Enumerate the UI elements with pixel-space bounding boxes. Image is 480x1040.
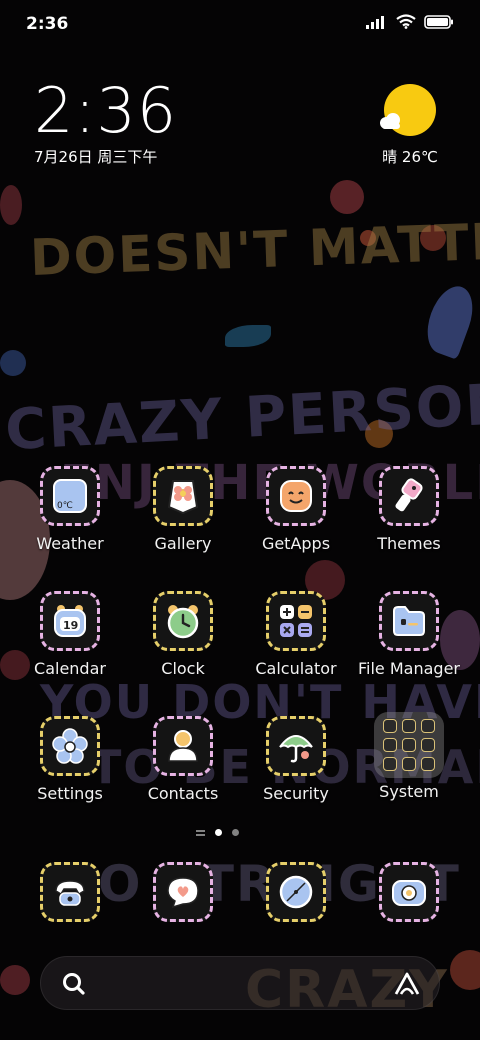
search-bar[interactable] [40, 956, 440, 1010]
app-label: Clock [161, 659, 205, 678]
app-label: Settings [37, 784, 103, 803]
settings-flower-icon [40, 716, 100, 776]
dock-phone[interactable] [14, 862, 126, 922]
app-label: Gallery [154, 534, 212, 553]
mini-app-icon [402, 719, 416, 733]
mini-app-icon [421, 738, 435, 752]
svg-text:19: 19 [63, 619, 78, 632]
app-contacts[interactable]: Contacts [127, 716, 239, 803]
widget-time: 2:36 [34, 74, 178, 147]
getapps-icon [266, 466, 326, 526]
mini-app-icon [421, 719, 435, 733]
app-getapps[interactable]: GetApps [240, 466, 352, 553]
app-label: Themes [377, 534, 441, 553]
dock-camera[interactable] [353, 862, 465, 922]
calendar-icon: 19 [40, 591, 100, 651]
page-indicator[interactable] [196, 829, 239, 836]
cloud-icon [380, 113, 400, 129]
phone-icon [40, 862, 100, 922]
app-label: File Manager [358, 659, 460, 678]
wallpaper-text: CRAZY PERSON [3, 371, 480, 464]
app-calculator[interactable]: Calculator [240, 591, 352, 678]
weather-icon: 0℃ [40, 466, 100, 526]
assistant-icon[interactable] [393, 971, 421, 997]
wallpaper-text: DOESN'T MATTER [29, 210, 480, 288]
app-gallery[interactable]: Gallery [127, 466, 239, 553]
app-label: GetApps [261, 534, 331, 553]
app-label: Calendar [34, 659, 106, 678]
status-bar: 2:36 [0, 0, 480, 52]
app-themes[interactable]: Themes [353, 466, 465, 553]
battery-icon [424, 14, 453, 29]
search-icon[interactable] [61, 971, 87, 997]
signal-bars-icon [366, 15, 384, 29]
messages-icon [153, 862, 213, 922]
dock-messages[interactable] [127, 862, 239, 922]
browser-icon [266, 862, 326, 922]
app-label: Weather [36, 534, 104, 553]
app-file-manager[interactable]: File Manager [353, 591, 465, 678]
app-weather[interactable]: 0℃ Weather [14, 466, 126, 553]
mini-app-icon [402, 757, 416, 771]
wifi-icon [396, 14, 416, 29]
status-time: 2:36 [26, 14, 69, 34]
wallpaper-flower [0, 350, 26, 376]
security-umbrella-icon [266, 716, 326, 776]
mini-app-icon [383, 719, 397, 733]
app-label: Calculator [255, 659, 337, 678]
gallery-flower-icon [153, 466, 213, 526]
system-folder-icon [374, 712, 444, 778]
page-dot-active[interactable] [215, 829, 222, 836]
status-icons [366, 14, 454, 29]
app-settings[interactable]: Settings [14, 716, 126, 803]
app-system-folder[interactable]: System [353, 712, 465, 801]
mini-app-icon [383, 738, 397, 752]
camera-icon [379, 862, 439, 922]
clock-widget[interactable]: 2:36 7月26日 周三下午 [34, 78, 177, 167]
contacts-person-icon [153, 716, 213, 776]
app-label: System [379, 782, 439, 801]
app-label: Contacts [147, 784, 219, 803]
svg-text:0℃: 0℃ [57, 501, 73, 511]
folder-icon [379, 591, 439, 651]
app-clock[interactable]: Clock [127, 591, 239, 678]
alarm-clock-icon [153, 591, 213, 651]
calculator-icon [266, 591, 326, 651]
page-dot[interactable] [232, 829, 239, 836]
wallpaper-flower [450, 950, 480, 990]
page-list-icon[interactable] [196, 829, 205, 836]
wallpaper-flower [330, 180, 364, 214]
mini-app-icon [402, 738, 416, 752]
themes-brush-icon [379, 466, 439, 526]
wallpaper-flower [0, 185, 22, 225]
wallpaper-flower [0, 965, 30, 995]
wallpaper-bird [225, 325, 271, 347]
dock-browser[interactable] [240, 862, 352, 922]
mini-app-icon [383, 757, 397, 771]
app-calendar[interactable]: 19 Calendar [14, 591, 126, 678]
mini-app-icon [421, 757, 435, 771]
widget-date: 7月26日 周三下午 [34, 148, 158, 166]
app-label: Security [263, 784, 329, 803]
weather-text: 晴 26℃ [382, 148, 438, 166]
app-security[interactable]: Security [240, 716, 352, 803]
wallpaper-leaf [419, 280, 480, 360]
